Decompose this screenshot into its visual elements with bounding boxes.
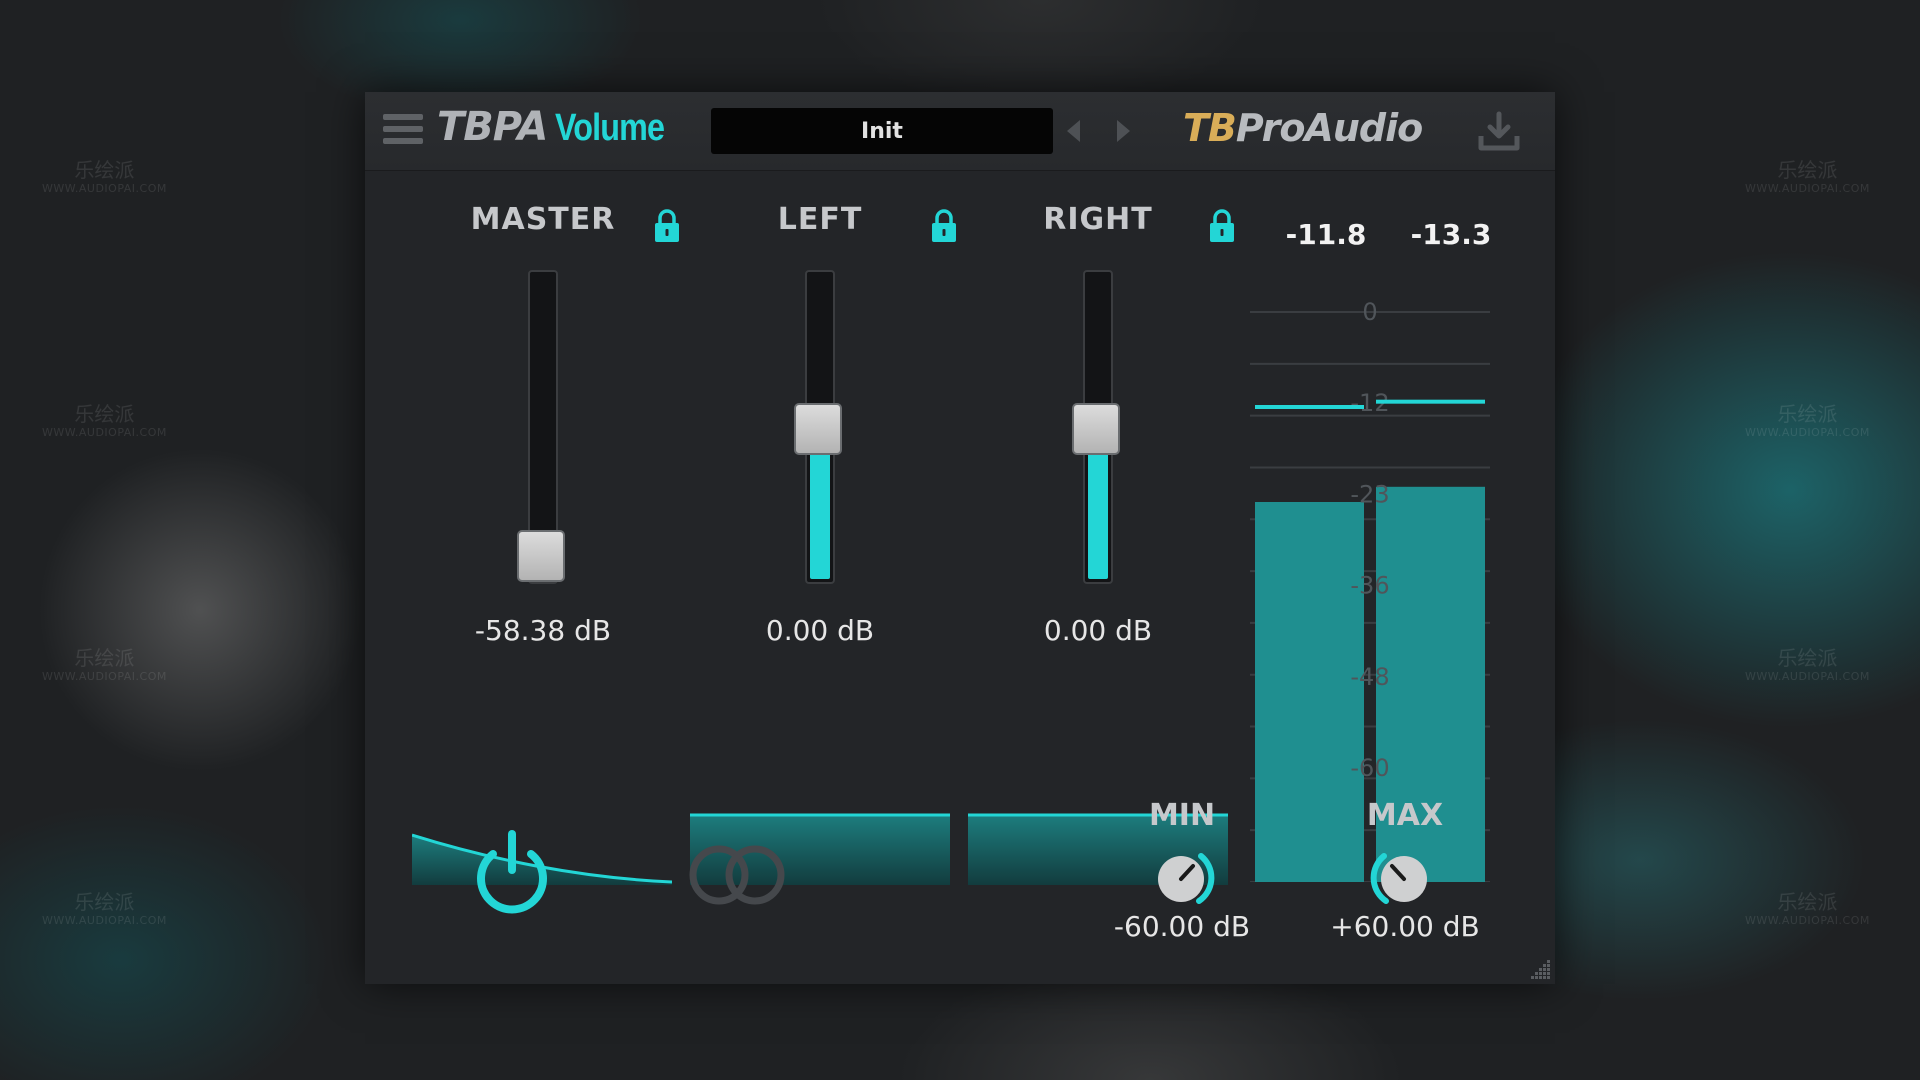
arrow-left-icon[interactable]	[1067, 120, 1080, 142]
watermark-cn: 乐绘派	[74, 402, 135, 426]
download-icon[interactable]	[1477, 110, 1521, 154]
brand-rest: ProAudio	[1235, 106, 1423, 150]
watermark: 乐绘派 WWW.AUDIOPAI.COM	[1745, 160, 1870, 194]
right-meter-readout: -13.3	[1410, 218, 1492, 251]
arrow-right-icon[interactable]	[1117, 120, 1130, 142]
watermark: 乐绘派 WWW.AUDIOPAI.COM	[42, 648, 167, 682]
watermark-cn: 乐绘派	[1777, 646, 1838, 670]
watermark-url: WWW.AUDIOPAI.COM	[42, 670, 167, 683]
watermark-url: WWW.AUDIOPAI.COM	[1745, 182, 1870, 195]
watermark-cn: 乐绘派	[74, 158, 135, 182]
left-meter-bar	[1255, 502, 1364, 882]
watermark-cn: 乐绘派	[1777, 402, 1838, 426]
max-label: MAX	[1366, 798, 1444, 833]
lock-icon[interactable]	[930, 208, 958, 244]
master-slider-thumb[interactable]	[517, 530, 565, 582]
watermark: 乐绘派 WWW.AUDIOPAI.COM	[1745, 648, 1870, 682]
brand-tb: TB	[1183, 106, 1237, 150]
watermark-url: WWW.AUDIOPAI.COM	[1745, 426, 1870, 439]
master-label: MASTER	[470, 202, 616, 237]
resize-grip-icon[interactable]	[1529, 958, 1551, 980]
top-bar: TBPA Volume Init TBProAudio	[365, 92, 1555, 171]
master-value: -58.38 dB	[474, 614, 612, 647]
watermark-url: WWW.AUDIOPAI.COM	[42, 914, 167, 927]
watermark-url: WWW.AUDIOPAI.COM	[42, 426, 167, 439]
title-prefix: TBPA	[437, 104, 548, 150]
min-knob[interactable]	[1151, 844, 1217, 910]
plugin-title: TBPA Volume	[437, 104, 684, 150]
right-label: RIGHT	[1043, 202, 1153, 237]
watermark-cn: 乐绘派	[74, 646, 135, 670]
lock-icon[interactable]	[653, 208, 681, 244]
watermark: 乐绘派 WWW.AUDIOPAI.COM	[1745, 404, 1870, 438]
lock-icon[interactable]	[1208, 208, 1236, 244]
link-rings-icon[interactable]	[685, 840, 789, 910]
watermark-url: WWW.AUDIOPAI.COM	[1745, 914, 1870, 927]
brand-logo: TBProAudio	[1183, 106, 1423, 150]
min-value: -60.00 dB	[1113, 910, 1251, 943]
level-meters: 0-12-23-36-48-60	[1250, 298, 1490, 882]
left-slider[interactable]	[794, 270, 842, 584]
left-peak-line	[1255, 405, 1364, 409]
watermark: 乐绘派 WWW.AUDIOPAI.COM	[42, 892, 167, 926]
left-slider-thumb[interactable]	[794, 403, 842, 455]
watermark: 乐绘派 WWW.AUDIOPAI.COM	[1745, 892, 1870, 926]
meter-scale-label: -23	[1350, 480, 1389, 508]
title-name: Volume	[555, 107, 665, 149]
right-slider[interactable]	[1072, 270, 1120, 584]
watermark: 乐绘派 WWW.AUDIOPAI.COM	[42, 160, 167, 194]
watermark-cn: 乐绘派	[74, 890, 135, 914]
meter-scale-label: -48	[1350, 663, 1389, 691]
right-peak-line	[1376, 399, 1485, 404]
watermark-cn: 乐绘派	[1777, 158, 1838, 182]
hamburger-menu-icon[interactable]	[383, 114, 423, 150]
watermark-url: WWW.AUDIOPAI.COM	[42, 182, 167, 195]
meter-scale-label: -36	[1350, 572, 1389, 600]
left-meter-readout: -11.8	[1285, 218, 1367, 251]
watermark-url: WWW.AUDIOPAI.COM	[1745, 670, 1870, 683]
power-icon[interactable]	[471, 826, 553, 914]
min-label: MIN	[1148, 798, 1216, 833]
left-label: LEFT	[777, 202, 863, 237]
max-knob[interactable]	[1368, 844, 1434, 910]
meter-scale-label: 0	[1362, 298, 1377, 326]
master-slider[interactable]	[517, 270, 565, 584]
preset-display[interactable]: Init	[711, 108, 1053, 154]
watermark: 乐绘派 WWW.AUDIOPAI.COM	[42, 404, 167, 438]
plugin-window: TBPA Volume Init TBProAudio MASTER -58.38…	[365, 92, 1555, 984]
watermark-cn: 乐绘派	[1777, 890, 1838, 914]
right-slider-thumb[interactable]	[1072, 403, 1120, 455]
max-value: +60.00 dB	[1330, 910, 1480, 943]
right-value: 0.00 dB	[1043, 614, 1153, 647]
left-value: 0.00 dB	[765, 614, 875, 647]
meter-scale-label: -60	[1350, 754, 1389, 782]
